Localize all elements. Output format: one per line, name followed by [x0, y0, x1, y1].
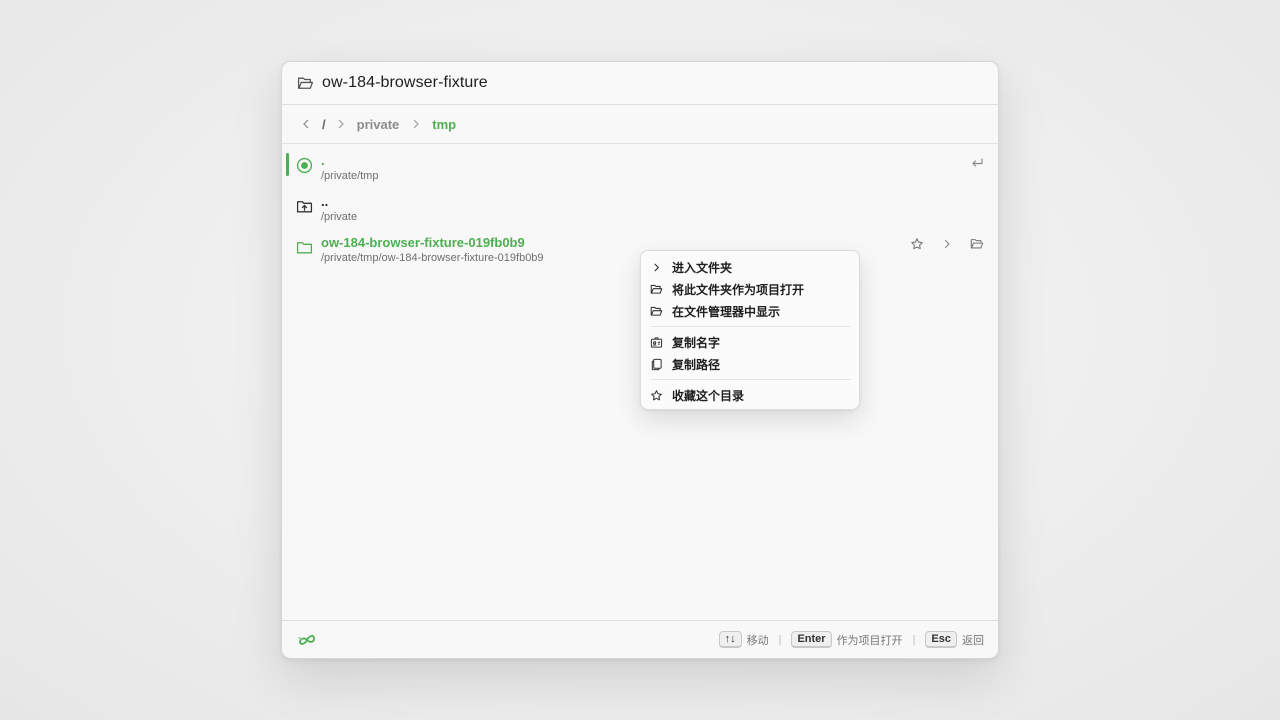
hint-separator: | [912, 633, 916, 646]
app-logo-icon [296, 633, 318, 647]
breadcrumb: / private tmp [282, 105, 998, 144]
menu-item-enter-folder[interactable]: 进入文件夹 [641, 256, 859, 278]
item-name: . [321, 152, 325, 168]
item-path: /private/tmp [321, 169, 379, 182]
enter-return-icon[interactable] [970, 156, 984, 170]
hint-label-move: 移动 [746, 634, 769, 647]
menu-item-label: 在文件管理器中显示 [672, 304, 781, 319]
folder-open-icon[interactable] [970, 237, 984, 251]
menu-divider [651, 379, 851, 380]
folder-open-icon [650, 305, 663, 318]
folder-icon [296, 239, 313, 256]
menu-item-show-in-file-manager[interactable]: 在文件管理器中显示 [641, 300, 859, 322]
menu-item-label: 复制路径 [672, 357, 721, 372]
breadcrumb-root[interactable]: / [322, 117, 326, 132]
hint-separator: | [778, 633, 782, 646]
footer-bar: ↑↓ 移动 | Enter 作为项目打开 | Esc 返回 [282, 620, 998, 658]
star-icon [650, 389, 663, 402]
context-menu: 进入文件夹 将此文件夹作为项目打开 在文件管理器中显示 复制名字 复制路径 收藏… [640, 250, 860, 410]
keyboard-hints: ↑↓ 移动 | Enter 作为项目打开 | Esc 返回 [718, 631, 984, 648]
item-name: ow-184-browser-fixture-019fb0b9 [321, 234, 525, 250]
menu-item-favorite[interactable]: 收藏这个目录 [641, 384, 859, 406]
breadcrumb-segment-tmp[interactable]: tmp [432, 117, 456, 132]
selection-indicator [286, 153, 289, 176]
folder-open-icon [297, 75, 314, 92]
menu-item-open-as-project[interactable]: 将此文件夹作为项目打开 [641, 278, 859, 300]
window-title: ow-184-browser-fixture [322, 74, 488, 91]
list-item-parent-dir[interactable]: .. /private [282, 191, 998, 232]
menu-item-label: 复制名字 [672, 335, 721, 350]
menu-item-label: 将此文件夹作为项目打开 [672, 282, 805, 297]
hint-key-esc: Esc [925, 631, 957, 648]
title-bar: ow-184-browser-fixture [282, 62, 998, 105]
hint-key-move: ↑↓ [718, 631, 742, 648]
badge-icon [650, 336, 663, 349]
chevron-right-icon[interactable] [940, 237, 954, 251]
item-path: /private [321, 210, 358, 223]
menu-item-label: 收藏这个目录 [672, 388, 745, 403]
item-path: /private/tmp/ow-184-browser-fixture-019f… [321, 251, 544, 264]
radio-selected-icon [296, 157, 313, 174]
menu-divider [651, 326, 851, 327]
breadcrumb-segment-private[interactable]: private [357, 117, 400, 132]
star-icon[interactable] [910, 237, 924, 251]
hint-label-back: 返回 [962, 634, 984, 647]
chevron-right-icon [334, 117, 348, 131]
folder-open-icon [650, 283, 663, 296]
hint-key-enter: Enter [791, 631, 832, 648]
chevron-right-icon [650, 261, 663, 274]
item-name: .. [321, 193, 329, 209]
hint-label-open: 作为项目打开 [836, 634, 903, 647]
back-chevron-icon[interactable] [299, 117, 313, 131]
menu-item-label: 进入文件夹 [672, 260, 733, 275]
copy-icon [650, 358, 663, 371]
menu-item-copy-path[interactable]: 复制路径 [641, 353, 859, 375]
menu-item-copy-name[interactable]: 复制名字 [641, 331, 859, 353]
list-item-current-dir[interactable]: . /private/tmp [282, 150, 998, 191]
folder-up-icon [296, 198, 313, 215]
chevron-right-icon [409, 117, 423, 131]
